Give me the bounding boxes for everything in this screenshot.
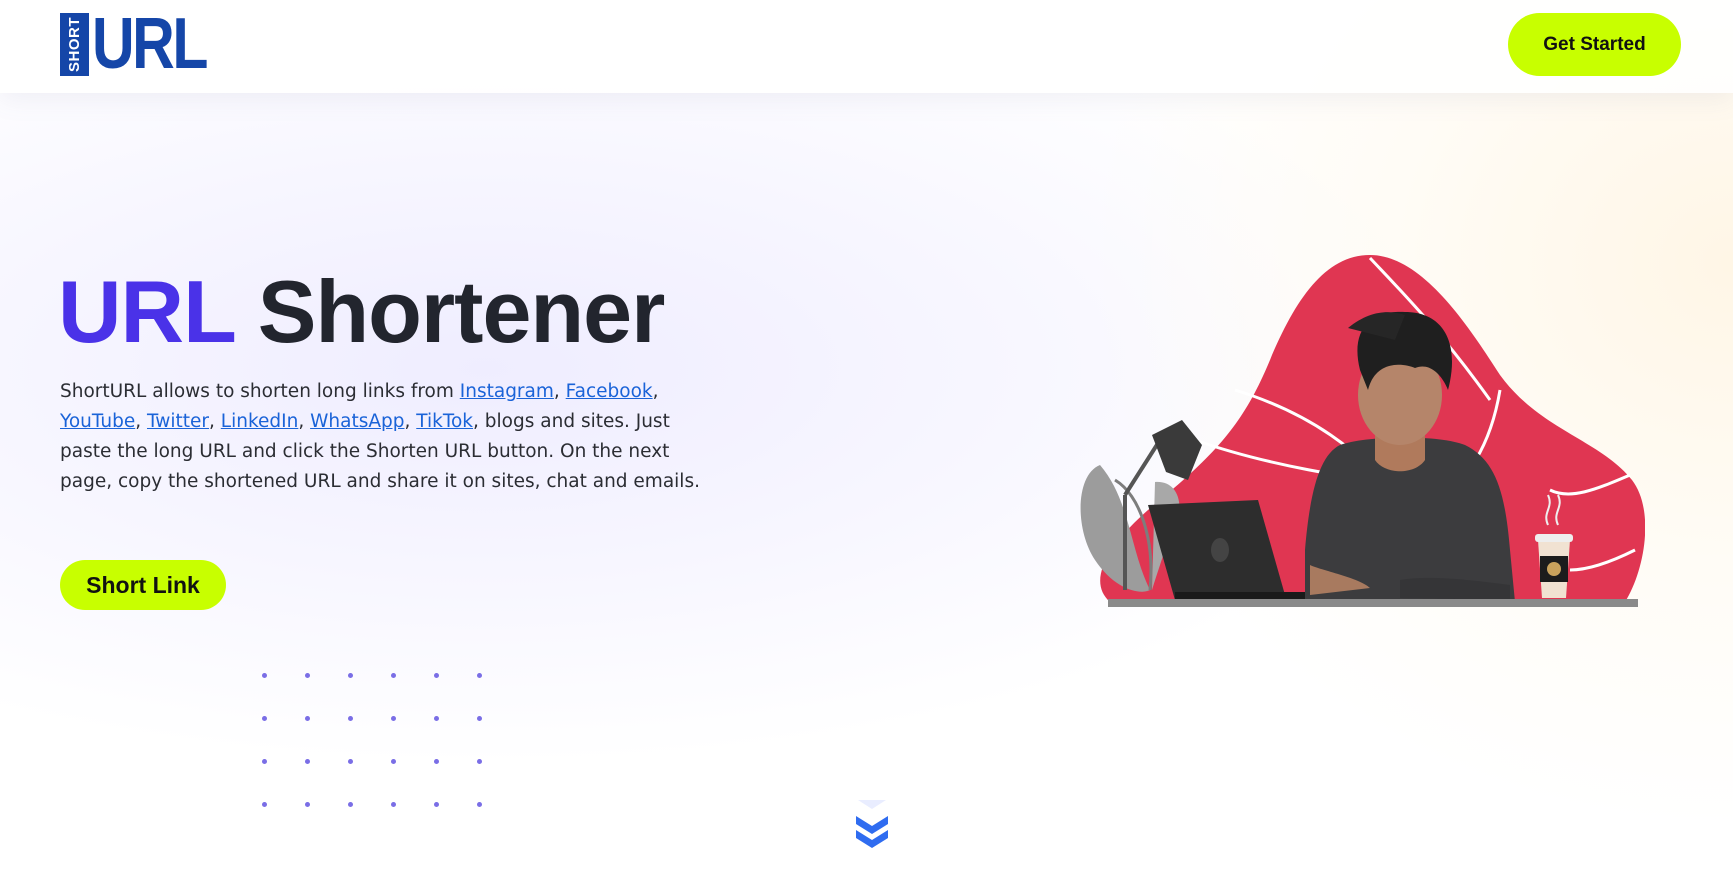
description-intro: ShortURL allows to shorten long links fr… — [60, 381, 460, 402]
hero-description: ShortURL allows to shorten long links fr… — [60, 381, 700, 492]
grid-dot — [348, 759, 353, 764]
short-link-button[interactable]: Short Link — [60, 560, 226, 610]
grid-dot — [434, 716, 439, 721]
link-youtube[interactable]: YouTube — [60, 411, 135, 432]
grid-dot — [262, 716, 267, 721]
link-instagram[interactable]: Instagram — [460, 381, 554, 402]
grid-dot — [434, 802, 439, 807]
grid-dot — [305, 759, 310, 764]
man-working-on-laptop-illustration — [1070, 250, 1646, 610]
grid-dot — [391, 759, 396, 764]
grid-dot — [391, 673, 396, 678]
hero-title-accent: URL — [58, 262, 235, 361]
logo-url-text: URL — [92, 4, 208, 84]
chevrons-down-icon[interactable] — [852, 800, 892, 855]
link-facebook[interactable]: Facebook — [566, 381, 653, 402]
link-whatsapp[interactable]: WhatsApp — [310, 411, 404, 432]
link-twitter[interactable]: Twitter — [147, 411, 209, 432]
grid-dot — [477, 759, 482, 764]
logo[interactable]: SHORT URL — [60, 4, 231, 84]
grid-dot — [305, 716, 310, 721]
decorative-dot-grid — [262, 673, 492, 823]
grid-dot — [477, 716, 482, 721]
grid-dot — [262, 802, 267, 807]
logo-short-block: SHORT — [60, 13, 89, 76]
grid-dot — [348, 802, 353, 807]
grid-dot — [477, 673, 482, 678]
hero-title-rest: Shortener — [257, 262, 666, 361]
link-linkedin[interactable]: LinkedIn — [221, 411, 299, 432]
grid-dot — [305, 673, 310, 678]
grid-dot — [348, 673, 353, 678]
logo-short-text: SHORT — [66, 17, 83, 72]
grid-dot — [305, 802, 310, 807]
get-started-button[interactable]: Get Started — [1508, 13, 1681, 76]
link-tiktok[interactable]: TikTok — [416, 411, 473, 432]
grid-dot — [391, 802, 396, 807]
grid-dot — [434, 673, 439, 678]
site-header: SHORT URL Get Started — [0, 0, 1733, 93]
grid-dot — [391, 716, 396, 721]
grid-dot — [262, 759, 267, 764]
grid-dot — [434, 759, 439, 764]
grid-dot — [262, 673, 267, 678]
grid-dot — [477, 802, 482, 807]
hero-title: URL Shortener — [58, 262, 666, 362]
grid-dot — [348, 716, 353, 721]
